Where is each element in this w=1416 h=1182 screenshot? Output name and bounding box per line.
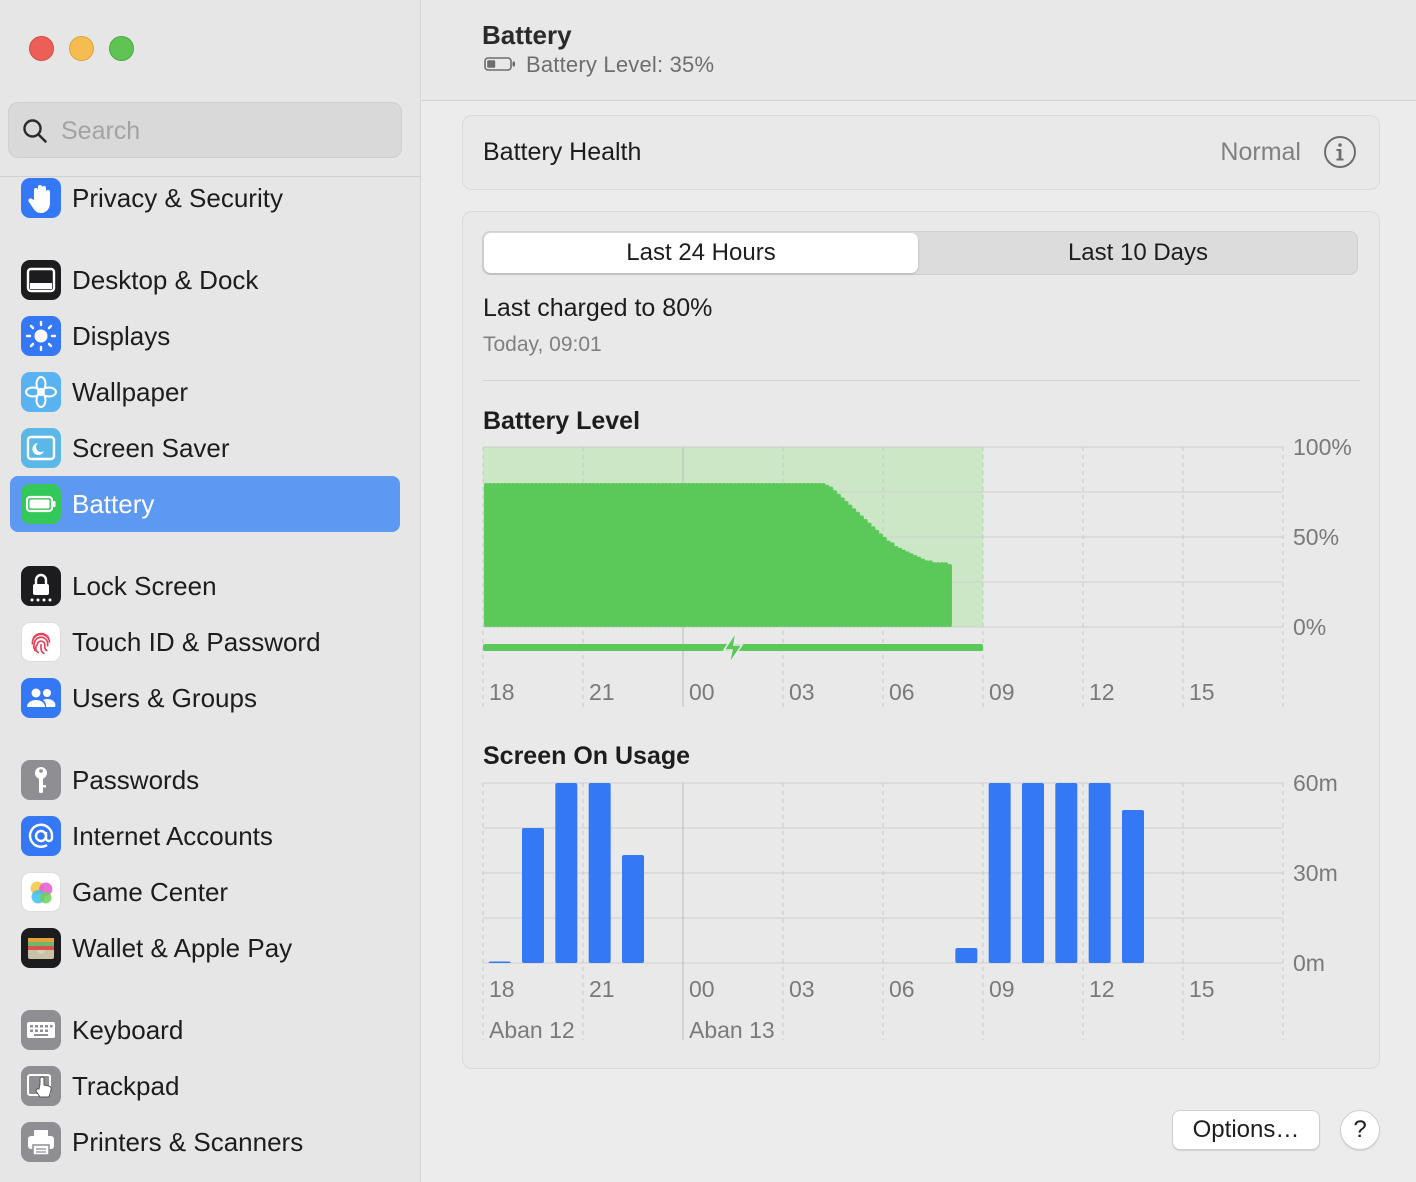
sidebar-item-battery[interactable]: Battery	[10, 476, 400, 532]
search-icon	[23, 119, 47, 143]
wallet-icon	[21, 928, 61, 968]
sidebar-item-keyboard[interactable]: Keyboard	[10, 1002, 400, 1058]
battery-health-card: Battery Health Normal	[462, 115, 1380, 190]
screen-usage-chart: 60m 30m 0m 18 21 00 03 06 09 12 15 Aban 12 Aban 13	[482, 770, 1338, 1043]
header: Battery Battery Level: 35%	[422, 0, 1416, 101]
lock-icon	[21, 566, 61, 606]
battery-health-label: Battery Health	[483, 138, 642, 166]
key-icon	[21, 760, 61, 800]
usage-bar	[1055, 783, 1078, 963]
sun-icon	[21, 316, 61, 356]
keyboard-icon	[21, 1010, 61, 1050]
sidebar-item-label: Users & Groups	[72, 682, 257, 713]
x-tick-label: 06	[889, 976, 915, 1002]
usage-bar	[588, 783, 611, 963]
sidebar-item-label: Passwords	[72, 764, 200, 795]
sidebar-item-wallet[interactable]: Wallet & Apple Pay	[10, 920, 400, 976]
sidebar: Privacy & Security Desktop & Dock Displa…	[0, 0, 421, 1182]
x-tick-label: 18	[489, 976, 515, 1002]
sidebar-item-screen-saver[interactable]: Screen Saver	[10, 420, 400, 476]
screen-saver-icon	[21, 428, 61, 468]
sidebar-item-label: Internet Accounts	[72, 820, 273, 851]
sidebar-item-label: Battery	[72, 488, 155, 519]
usage-bar	[988, 783, 1011, 963]
sidebar-item-label: Game Center	[72, 876, 229, 907]
page-title: Battery	[482, 20, 572, 50]
sidebar-item-label: Touch ID & Password	[72, 626, 321, 657]
usage-bar	[555, 783, 578, 963]
sidebar-item-game-center[interactable]: Game Center	[10, 864, 400, 920]
sidebar-item-trackpad[interactable]: Trackpad	[10, 1058, 400, 1114]
sidebar-item-label: Screen Saver	[72, 432, 230, 463]
info-icon[interactable]	[1323, 135, 1357, 169]
usage-bar	[1122, 810, 1144, 963]
flower-icon	[21, 372, 61, 412]
printer-icon	[21, 1122, 61, 1162]
sidebar-item-label: Printers & Scanners	[72, 1126, 304, 1157]
sidebar-item-label: Displays	[72, 320, 171, 351]
y-tick-label: 60m	[1293, 770, 1338, 796]
usage-bar	[1088, 783, 1111, 963]
sidebar-item-passwords[interactable]: Passwords	[10, 752, 400, 808]
trackpad-icon	[21, 1066, 61, 1106]
y-tick-label: 0m	[1293, 950, 1325, 976]
search-field[interactable]	[8, 102, 402, 158]
x-tick-label: 09	[989, 976, 1015, 1002]
close-window-button[interactable]	[29, 36, 54, 61]
x-tick-label: 21	[589, 976, 615, 1002]
sidebar-item-label: Desktop & Dock	[72, 264, 259, 295]
search-input[interactable]	[61, 113, 381, 149]
date-label: Aban 12	[489, 1017, 575, 1043]
usage-bar	[622, 855, 644, 963]
sidebar-item-label: Keyboard	[72, 1014, 184, 1045]
sidebar-item-privacy-security[interactable]: Privacy & Security	[10, 170, 400, 226]
dock-icon	[21, 260, 61, 300]
zoom-window-button[interactable]	[109, 36, 134, 61]
sidebar-item-label: Trackpad	[72, 1070, 180, 1101]
x-tick-label: 00	[689, 976, 715, 1002]
battery-icon	[21, 484, 61, 524]
sidebar-item-lock-screen[interactable]: Lock Screen	[10, 558, 400, 614]
sidebar-item-touch-id[interactable]: Touch ID & Password	[10, 614, 400, 670]
sidebar-item-desktop-dock[interactable]: Desktop & Dock	[10, 252, 400, 308]
usage-bar	[1022, 783, 1044, 963]
help-button[interactable]: ?	[1340, 1110, 1380, 1150]
usage-bar	[522, 828, 544, 963]
usage-bar	[955, 948, 978, 963]
sidebar-item-printers-scanners[interactable]: Printers & Scanners	[10, 1114, 400, 1170]
sidebar-item-label: Lock Screen	[72, 570, 217, 601]
users-icon	[21, 678, 61, 718]
x-tick-label: 15	[1189, 976, 1215, 1002]
usage-card: Last 24 Hours Last 10 Days Last charged …	[462, 211, 1380, 1069]
game-center-icon	[21, 872, 61, 912]
sidebar-item-users-groups[interactable]: Users & Groups	[10, 670, 400, 726]
y-tick-label: 30m	[1293, 860, 1338, 886]
sidebar-item-internet-accounts[interactable]: Internet Accounts	[10, 808, 400, 864]
x-tick-label: 03	[789, 976, 815, 1002]
sidebar-item-wallpaper[interactable]: Wallpaper	[10, 364, 400, 420]
battery-level-text: Battery Level: 35%	[526, 52, 715, 77]
fingerprint-icon	[21, 622, 61, 662]
date-label: Aban 13	[689, 1017, 775, 1043]
minimize-window-button[interactable]	[69, 36, 94, 61]
battery-level-icon	[484, 57, 515, 71]
sidebar-item-label: Wallpaper	[72, 376, 189, 407]
battery-health-value: Normal	[1220, 138, 1301, 166]
usage-bar	[488, 961, 511, 963]
sidebar-item-label: Wallet & Apple Pay	[72, 932, 293, 963]
x-tick-label: 12	[1089, 976, 1115, 1002]
sidebar-item-displays[interactable]: Displays	[10, 308, 400, 364]
main-pane: Battery Battery Level: 35% Battery Healt…	[422, 0, 1416, 1182]
at-icon	[21, 816, 61, 856]
sidebar-item-label: Privacy & Security	[72, 182, 283, 213]
options-button[interactable]: Options…	[1172, 1110, 1320, 1150]
hand-icon	[21, 178, 61, 218]
